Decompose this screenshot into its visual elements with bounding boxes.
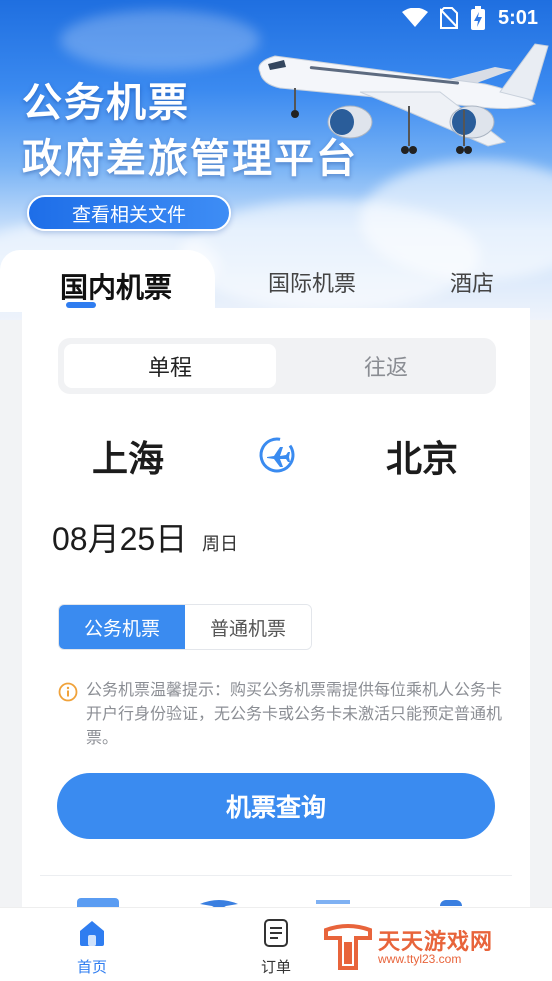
- departure-date[interactable]: 08月25日: [52, 514, 187, 560]
- status-bar: 5:01: [0, 0, 552, 40]
- orders-icon: [264, 919, 288, 947]
- nav-home-label: 首页: [76, 958, 107, 976]
- view-documents-button[interactable]: 查看相关文件: [27, 195, 231, 231]
- nav-orders[interactable]: 订单: [236, 918, 316, 977]
- search-flights-button[interactable]: 机票查询: [57, 773, 495, 839]
- divider: [40, 875, 512, 876]
- hero-subtitle: 政府差旅管理平台: [22, 136, 358, 182]
- departure-city[interactable]: 上海: [92, 430, 164, 482]
- nav-home[interactable]: 首页: [52, 918, 132, 977]
- watermark-url: www.ttyl23.com: [378, 952, 462, 966]
- one-way-option[interactable]: 单程: [64, 344, 276, 388]
- round-trip-option[interactable]: 往返: [280, 344, 492, 388]
- official-ticket-notice: 公务机票温馨提示：购买公务机票需提供每位乘机人公务卡开户行身份验证，无公务卡或公…: [86, 680, 503, 747]
- no-sim-icon: [439, 7, 458, 29]
- category-tabs: 国内机票 国际机票 酒店: [0, 250, 552, 312]
- status-time: 5:01: [497, 6, 538, 29]
- trip-type-segment: 单程 往返: [58, 338, 496, 394]
- booking-card: 单程 往返 上海 北京 08月25日 周日 公务机票 普通机票 公务机票温馨提示…: [22, 308, 530, 928]
- official-ticket-option[interactable]: 公务机票: [59, 605, 185, 649]
- ticket-type-toggle: 公务机票 普通机票: [58, 604, 312, 650]
- shortcut-list-icon[interactable]: [316, 900, 350, 904]
- site-watermark: 天天游戏网 www.ttyl23.com: [322, 918, 522, 972]
- nav-orders-label: 订单: [260, 958, 291, 976]
- tab-hotel[interactable]: 酒店: [450, 266, 494, 298]
- regular-ticket-option[interactable]: 普通机票: [185, 605, 311, 649]
- shortcut-round-icon[interactable]: [440, 900, 462, 906]
- watermark-logo-icon: [324, 924, 372, 970]
- info-icon: [58, 682, 78, 702]
- battery-charging-icon: [470, 6, 485, 30]
- departure-weekday: 周日: [202, 534, 238, 555]
- tab-domestic-flights[interactable]: 国内机票: [60, 266, 172, 306]
- hero-title: 公务机票: [22, 80, 190, 126]
- home-icon: [80, 921, 104, 946]
- tab-international-flights[interactable]: 国际机票: [268, 266, 356, 298]
- wifi-icon: [401, 8, 428, 27]
- arrival-city[interactable]: 北京: [386, 430, 458, 482]
- plane-swap-icon[interactable]: [258, 436, 296, 474]
